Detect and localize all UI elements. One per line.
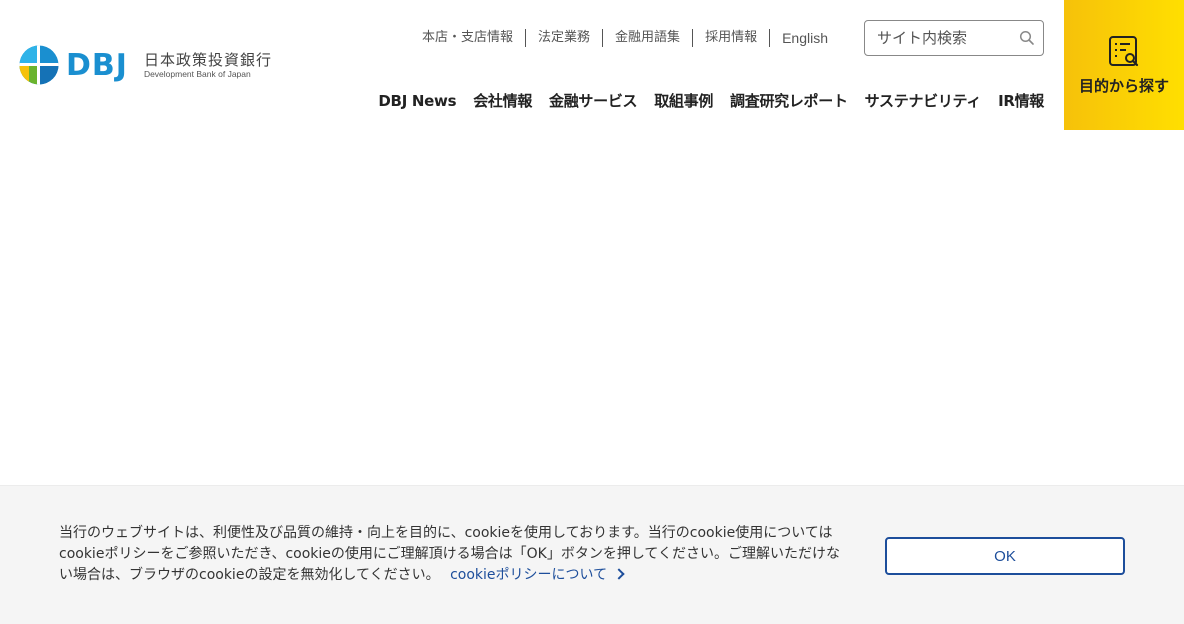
- nav-ir[interactable]: IR情報: [998, 90, 1044, 112]
- cookie-ok-button[interactable]: OK: [885, 537, 1125, 575]
- search-by-purpose-label: 目的から探す: [1078, 76, 1169, 95]
- util-link-glossary[interactable]: 金融用語集: [602, 29, 692, 47]
- util-link-recruit[interactable]: 採用情報: [692, 29, 769, 47]
- logo-name-en: Development Bank of Japan: [143, 68, 251, 79]
- nav-financial-services[interactable]: 金融サービス: [549, 90, 638, 112]
- dbj-logo[interactable]: DBJ 日本政策投資銀行 Development Bank of Japan: [19, 45, 272, 85]
- cookie-banner: 当行のウェブサイトは、利便性及び品質の維持・向上を目的に、cookieを使用して…: [0, 485, 1184, 624]
- util-link-branches[interactable]: 本店・支店情報: [410, 29, 525, 47]
- search-input[interactable]: [865, 29, 1013, 47]
- globe-logo-icon: [19, 45, 59, 85]
- nav-company[interactable]: 会社情報: [473, 90, 532, 112]
- cookie-policy-link[interactable]: cookieポリシーについて: [450, 567, 625, 583]
- logo-abbreviation: DBJ: [66, 47, 128, 83]
- nav-sustainability[interactable]: サステナビリティ: [865, 90, 982, 112]
- checklist-search-icon: [1109, 35, 1139, 66]
- logo-name-block: 日本政策投資銀行 Development Bank of Japan: [144, 51, 272, 80]
- site-search: [864, 20, 1044, 56]
- chevron-right-icon: [613, 568, 625, 580]
- nav-case-studies[interactable]: 取組事例: [654, 90, 713, 112]
- site-header: DBJ 日本政策投資銀行 Development Bank of Japan 本…: [0, 0, 1184, 130]
- search-icon[interactable]: [1019, 30, 1035, 46]
- util-link-statutory[interactable]: 法定業務: [525, 29, 602, 47]
- search-by-purpose-button[interactable]: 目的から探す: [1064, 0, 1184, 130]
- nav-dbj-news[interactable]: DBJ News: [378, 90, 456, 112]
- logo-name-ja: 日本政策投資銀行: [143, 50, 272, 69]
- nav-research[interactable]: 調査研究レポート: [730, 90, 848, 112]
- cookie-message: 当行のウェブサイトは、利便性及び品質の維持・向上を目的に、cookieを使用して…: [59, 523, 849, 586]
- utility-nav: 本店・支店情報 法定業務 金融用語集 採用情報 English: [410, 28, 840, 48]
- util-link-english[interactable]: English: [769, 29, 840, 47]
- cookie-policy-link-label: cookieポリシーについて: [450, 567, 608, 583]
- main-nav: DBJ News 会社情報 金融サービス 取組事例 調査研究レポート サステナビ…: [361, 90, 1044, 112]
